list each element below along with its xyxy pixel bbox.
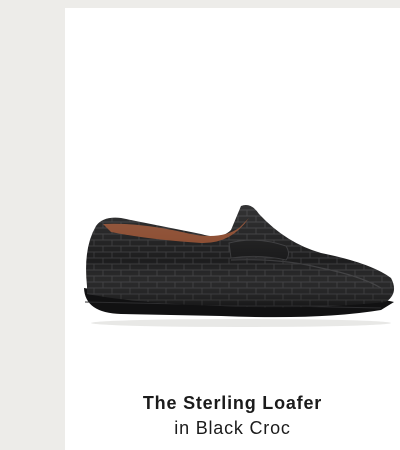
product-card[interactable]: The Sterling Loafer in Black Croc bbox=[65, 8, 400, 450]
product-image[interactable] bbox=[81, 198, 400, 333]
product-variant: in Black Croc bbox=[174, 418, 291, 438]
product-title[interactable]: The Sterling Loafer bbox=[65, 393, 400, 414]
loafer-image bbox=[84, 205, 395, 327]
